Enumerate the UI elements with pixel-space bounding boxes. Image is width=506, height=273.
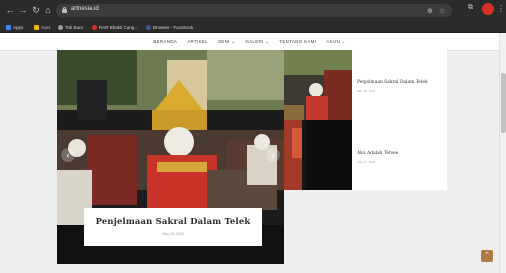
kebab-menu-icon[interactable]: ⋮ [497, 4, 505, 13]
chevron-up-icon: ⌃ [484, 252, 490, 259]
slider-prev-button[interactable]: ‹ [61, 148, 75, 162]
slider-next-button[interactable]: › [266, 148, 280, 162]
globe-icon [58, 24, 63, 30]
address-bar[interactable]: artnesia.id ⊕ ☆ [56, 4, 452, 17]
scrollbar-thumb[interactable] [501, 73, 506, 133]
nav-item-galeri[interactable]: GALERI ⌄ [245, 39, 269, 45]
post-title[interactable]: Aku Adalah Tetsee [357, 151, 398, 156]
featured-slider[interactable]: ‹ › Penjelmaan Sakral Dalam Telek May 18… [57, 50, 284, 264]
browser-toolbar: ← → ↻ ⌂ artnesia.id ⊕ ☆ ⧉ ⋮ [0, 0, 506, 21]
side-post-2[interactable]: Aku Adalah Tetsee May 17, 2020 [284, 120, 447, 190]
post-date: May 18, 2020 [357, 89, 376, 93]
bookmark-apps[interactable]: Apps [6, 23, 23, 31]
zoom-icon[interactable]: ⊕ [427, 7, 433, 15]
site-favicon-icon [92, 24, 97, 30]
site-navigation: BERANDA ARTIKEL SENI ⌄ GALERI ⌄ TENTANG … [0, 33, 499, 51]
bookmark-star-icon[interactable]: ☆ [439, 7, 445, 15]
post-thumbnail [284, 50, 352, 120]
reload-icon[interactable]: ↻ [31, 5, 41, 15]
chevron-left-icon: ‹ [66, 150, 70, 160]
slide-title[interactable]: Penjelmaan Sakral Dalam Telek [84, 216, 262, 226]
browser-window: ← → ↻ ⌂ artnesia.id ⊕ ☆ ⧉ ⋮ Apps Acer Ta… [0, 0, 506, 273]
web-page: BERANDA ARTIKEL SENI ⌄ GALERI ⌄ TENTANG … [0, 33, 499, 273]
nav-item-akun[interactable]: AKUN ⌄ [326, 39, 345, 45]
folder-icon [34, 24, 39, 30]
url-text: artnesia.id [71, 6, 99, 12]
nav-item-tentang-kami[interactable]: TENTANG KAMI [279, 39, 316, 44]
page-scrollbar[interactable] [499, 33, 506, 273]
nav-item-seni[interactable]: SENI ⌄ [218, 39, 235, 45]
bookmark-rar[interactable]: RAR Bhakti Cang... [92, 23, 138, 31]
bookmark-tab-baru[interactable]: Tab Baru [58, 23, 83, 31]
slide-date: May 18, 2020 [162, 232, 184, 236]
facebook-icon [146, 24, 151, 30]
nav-item-artikel[interactable]: ARTIKEL [187, 39, 208, 44]
bookmarks-bar: Apps Acer Tab Baru RAR Bhakti Cang... Br… [0, 21, 506, 33]
forward-arrow-icon[interactable]: → [18, 5, 28, 15]
back-arrow-icon[interactable]: ← [5, 5, 15, 15]
home-icon[interactable]: ⌂ [43, 5, 53, 15]
chevron-right-icon: › [271, 150, 275, 160]
extension-icon[interactable]: ⧉ [468, 4, 473, 12]
bookmark-acer[interactable]: Acer [34, 23, 50, 31]
scroll-to-top-button[interactable]: ⌃ [481, 250, 493, 262]
apps-grid-icon [6, 24, 11, 30]
slide-caption[interactable]: Penjelmaan Sakral Dalam Telek May 18, 20… [84, 208, 262, 246]
side-post-1[interactable]: Penjelmaan Sakral Dalam Telek May 18, 20… [284, 50, 447, 120]
profile-avatar[interactable] [482, 3, 494, 15]
bookmark-facebook[interactable]: Browser - Facebook [146, 23, 193, 31]
post-thumbnail [284, 120, 352, 190]
post-title[interactable]: Penjelmaan Sakral Dalam Telek [357, 80, 428, 85]
nav-item-beranda[interactable]: BERANDA [153, 39, 177, 44]
post-date: May 17, 2020 [357, 160, 376, 164]
lock-icon [62, 7, 67, 13]
